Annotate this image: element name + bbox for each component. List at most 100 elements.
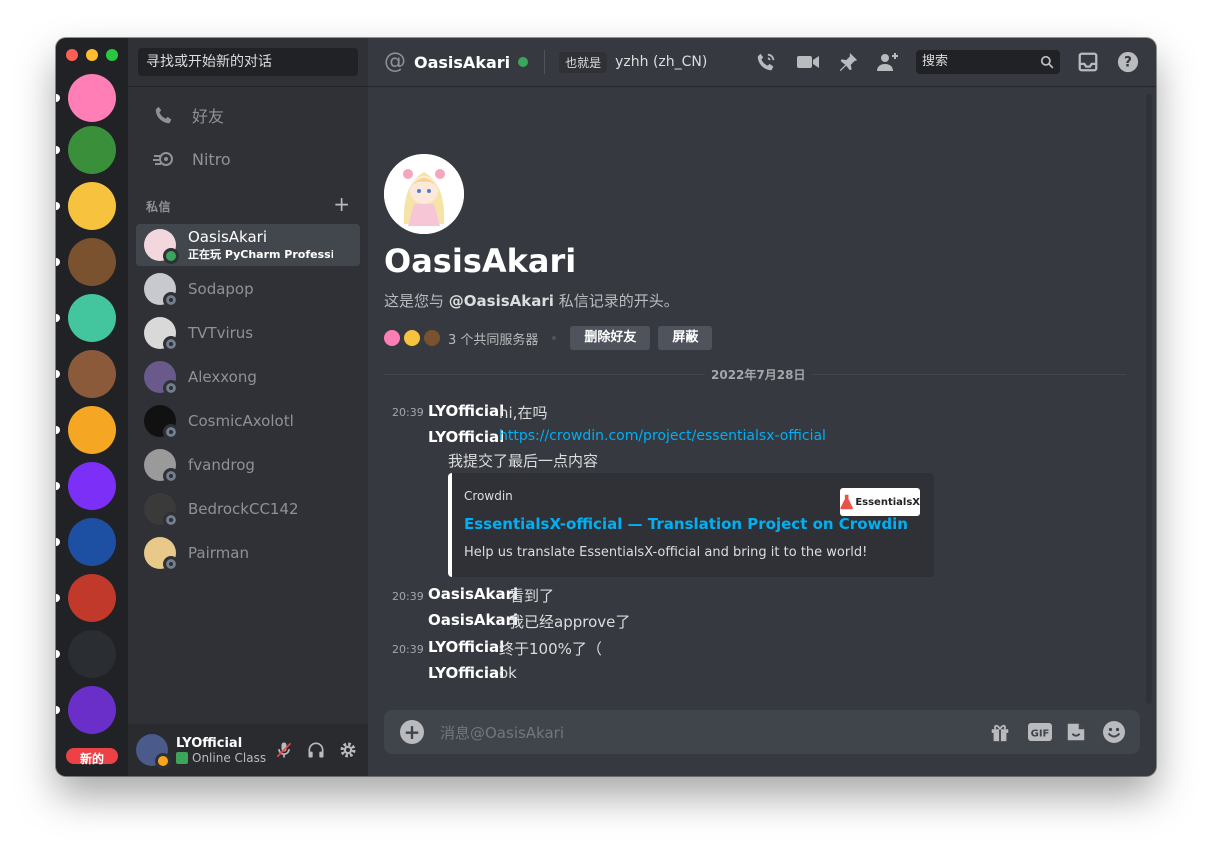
dm-item[interactable]: fvandrog <box>136 444 360 486</box>
server-rainbow-cube-icon[interactable] <box>68 182 116 230</box>
nitro-icon <box>148 149 180 169</box>
mutual-server-3-icon[interactable] <box>424 330 440 346</box>
gif-icon: GIF <box>1028 723 1052 741</box>
embed-thumb-text: EssentialsX <box>855 496 920 508</box>
message-author[interactable]: LYOfficial <box>428 638 504 656</box>
zoom-window-button[interactable] <box>106 49 118 61</box>
message-composer[interactable]: + 消息@OasisAkari GIF <box>384 710 1140 754</box>
sticker-button[interactable] <box>1064 720 1088 744</box>
app-window: 新的 寻找或开始新的对话 好友 Nitro 私信 + OasisAkari 正在玩… <box>56 38 1156 776</box>
dm-item[interactable]: CosmicAxolotl <box>136 400 360 442</box>
window-controls <box>66 49 118 61</box>
dm-text: fvandrog <box>188 456 255 474</box>
server-rail: 新的 <box>56 38 128 776</box>
avatar[interactable] <box>136 734 171 769</box>
dm-name: Pairman <box>188 544 249 562</box>
mutual-servers-text[interactable]: 3 个共同服务器 <box>448 329 538 348</box>
find-conversation-input[interactable]: 寻找或开始新的对话 <box>138 48 358 76</box>
avatar <box>144 361 179 396</box>
header-nickname: yzhh (zh_CN) <box>615 54 708 70</box>
search-input[interactable]: 搜索 <box>916 50 1060 74</box>
remove-friend-button[interactable]: 删除好友 <box>570 326 651 350</box>
dm-item[interactable]: BedrockCC142 <box>136 488 360 530</box>
profile-avatar[interactable] <box>384 154 464 234</box>
dm-text: Pairman <box>188 544 249 562</box>
minimize-window-button[interactable] <box>86 49 98 61</box>
unread-indicator <box>56 314 60 322</box>
server-tmc-icon[interactable] <box>68 406 116 454</box>
avatar <box>144 537 179 572</box>
new-badge[interactable]: 新的 <box>63 745 121 767</box>
mutual-server-2-icon[interactable] <box>404 330 420 346</box>
embed-title[interactable]: EssentialsX-official — Translation Proje… <box>464 515 908 533</box>
dm-activity: 正在玩 PyCharm Professio... <box>188 248 333 261</box>
header-username[interactable]: OasisAkari <box>414 53 510 72</box>
embed-thumbnail[interactable]: EssentialsX <box>840 488 920 516</box>
dm-name: CosmicAxolotl <box>188 412 294 430</box>
dm-name: Sodapop <box>188 280 254 298</box>
dm-item[interactable]: Pairman <box>136 532 360 574</box>
offline-status-icon <box>163 292 179 308</box>
server-green-badge-icon[interactable] <box>68 294 116 342</box>
message-link[interactable]: https://crowdin.com/project/essentialsx-… <box>499 428 826 444</box>
phone-call-icon <box>757 53 775 71</box>
friends-icon <box>148 104 180 126</box>
create-dm-plus-icon[interactable]: + <box>333 194 350 214</box>
close-window-button[interactable] <box>66 49 78 61</box>
gif-button[interactable]: GIF <box>1026 720 1054 744</box>
message-author[interactable]: OasisAkari <box>428 611 518 629</box>
message-author[interactable]: LYOfficial <box>428 664 504 682</box>
mute-button[interactable] <box>268 734 300 766</box>
message-author[interactable]: OasisAkari <box>428 585 518 603</box>
dm-name: TVTvirus <box>188 324 254 342</box>
voice-call-button[interactable] <box>754 50 778 74</box>
upload-plus-icon[interactable]: + <box>400 720 424 744</box>
dm-item[interactable]: TVTvirus <box>136 312 360 354</box>
offline-status-icon <box>163 468 179 484</box>
inbox-button[interactable] <box>1076 50 1100 74</box>
video-call-button[interactable] <box>796 50 820 74</box>
unread-indicator <box>56 594 60 602</box>
dm-text: Alexxong <box>188 368 257 386</box>
server-globe-chat-icon[interactable] <box>68 126 116 174</box>
dm-item[interactable]: Sodapop <box>136 268 360 310</box>
gift-button[interactable] <box>988 720 1012 744</box>
message-author[interactable]: LYOfficial <box>428 428 504 446</box>
unread-indicator <box>56 370 60 378</box>
offline-status-icon <box>163 556 179 572</box>
embed-provider[interactable]: Crowdin <box>464 489 513 503</box>
chat-scrollbar[interactable] <box>1146 94 1152 704</box>
intro-mention[interactable]: @OasisAkari <box>449 292 554 310</box>
add-friend-to-dm-button[interactable] <box>876 50 900 74</box>
server-pride-flask-icon[interactable] <box>68 74 116 122</box>
block-button[interactable]: 屏蔽 <box>658 326 713 350</box>
message-text: 我提交了最后一点内容 <box>448 452 599 470</box>
dm-item[interactable]: Alexxong <box>136 356 360 398</box>
server-ht-icon[interactable] <box>68 686 116 734</box>
mutual-server-1-icon[interactable] <box>384 330 400 346</box>
dm-item[interactable]: OasisAkari 正在玩 PyCharm Professio... <box>136 224 360 266</box>
message-input[interactable]: 消息@OasisAkari <box>440 722 564 743</box>
emoji-button[interactable] <box>1102 720 1126 744</box>
server-blue-ring-icon[interactable] <box>68 518 116 566</box>
profile-name: OasisAkari <box>384 242 577 280</box>
aka-label: 也就是 <box>559 51 608 73</box>
pinned-messages-button[interactable] <box>836 50 860 74</box>
intro-prefix: 这是您与 <box>384 292 445 310</box>
settings-button[interactable] <box>332 734 364 766</box>
server-mw-icon[interactable] <box>68 462 116 510</box>
message-timestamp: 20:39 <box>392 406 424 419</box>
deafen-button[interactable] <box>300 734 332 766</box>
link-embed: Crowdin EssentialsX-official — Translati… <box>448 473 934 577</box>
server-tis-icon[interactable] <box>68 630 116 678</box>
nav-friends[interactable]: 好友 <box>136 94 360 136</box>
nav-nitro[interactable]: Nitro <box>136 138 360 180</box>
search-icon <box>1040 55 1054 69</box>
message-author[interactable]: LYOfficial <box>428 402 504 420</box>
server-cookie-icon[interactable] <box>68 238 116 286</box>
add-user-icon <box>877 53 898 71</box>
server-mtdr-icon[interactable] <box>68 350 116 398</box>
help-button[interactable]: ? <box>1116 50 1140 74</box>
dm-text: BedrockCC142 <box>188 500 299 518</box>
server-aperture-icon[interactable] <box>68 574 116 622</box>
